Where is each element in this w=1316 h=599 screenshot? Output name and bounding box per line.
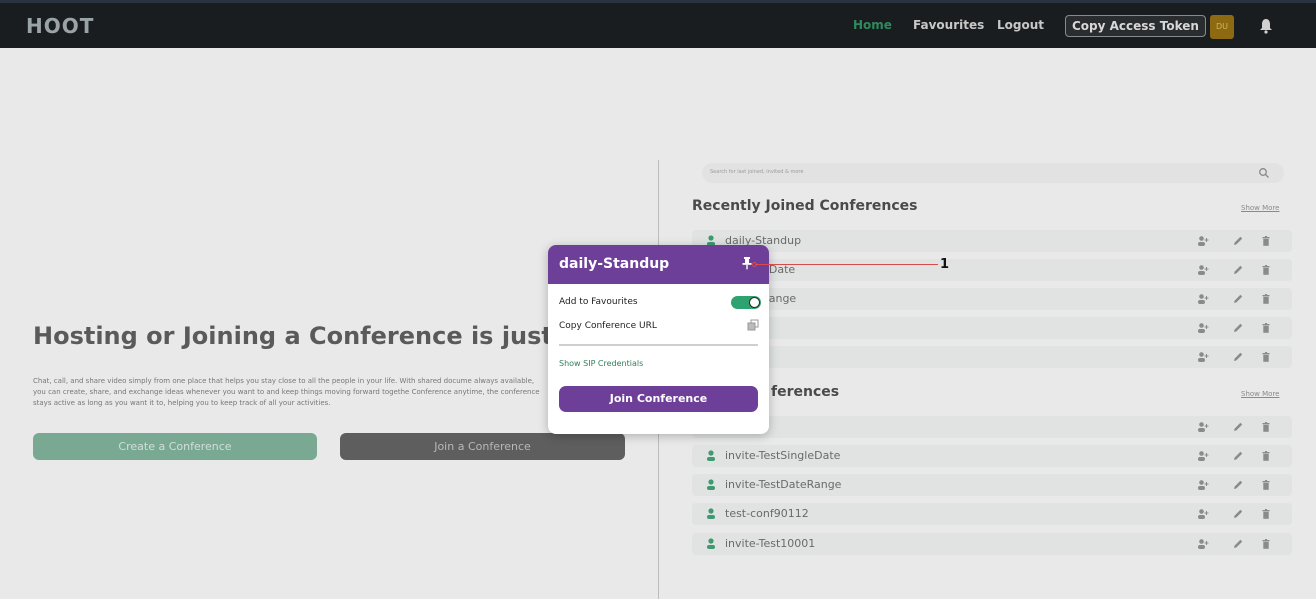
edit-icon[interactable]	[1232, 450, 1244, 462]
invited-section-title: ferences	[771, 384, 840, 400]
person-icon	[707, 479, 715, 490]
add-user-icon[interactable]	[1197, 450, 1209, 462]
search-placeholder: Search for last joined, invited & more	[710, 169, 804, 175]
edit-icon[interactable]	[1232, 508, 1244, 520]
top-navbar: HOOT Home Favourites Logout Copy Access …	[0, 0, 1316, 48]
conference-name: test-conf90112	[725, 507, 809, 520]
add-user-icon[interactable]	[1197, 235, 1209, 247]
trash-icon[interactable]	[1260, 351, 1272, 363]
favourites-toggle[interactable]	[731, 296, 761, 309]
trash-icon[interactable]	[1260, 322, 1272, 334]
nav-logout-link[interactable]: Logout	[997, 18, 1044, 32]
search-icon[interactable]	[1258, 167, 1270, 179]
app-logo[interactable]: HOOT	[26, 14, 94, 38]
edit-icon[interactable]	[1232, 538, 1244, 550]
conference-row[interactable]: stDateRange	[692, 288, 1292, 310]
person-icon	[707, 538, 715, 549]
edit-icon[interactable]	[1232, 479, 1244, 491]
toggle-knob	[749, 297, 760, 308]
conference-name: invite-TestDateRange	[725, 478, 842, 491]
edit-icon[interactable]	[1232, 293, 1244, 305]
bell-icon[interactable]	[1258, 17, 1274, 35]
annotation-label: 1	[940, 257, 950, 272]
conference-row[interactable]: test-conf90112	[692, 503, 1292, 525]
show-sip-credentials-link[interactable]: Show SIP Credentials	[559, 359, 643, 368]
join-conference-button[interactable]: Join a Conference	[340, 433, 625, 460]
add-user-icon[interactable]	[1197, 293, 1209, 305]
recent-show-more-link[interactable]: Show More	[1241, 204, 1279, 212]
add-user-icon[interactable]	[1197, 421, 1209, 433]
conference-row[interactable]: invite-TestSingleDate	[692, 445, 1292, 467]
conference-row[interactable]: stSingleDate	[692, 259, 1292, 281]
nav-favourites-link[interactable]: Favourites	[913, 18, 984, 32]
add-user-icon[interactable]	[1197, 264, 1209, 276]
add-user-icon[interactable]	[1197, 351, 1209, 363]
trash-icon[interactable]	[1260, 538, 1272, 550]
edit-icon[interactable]	[1232, 322, 1244, 334]
add-user-icon[interactable]	[1197, 479, 1209, 491]
create-conference-button[interactable]: Create a Conference	[33, 433, 317, 460]
copy-icon[interactable]	[747, 319, 759, 331]
conference-row[interactable]: daily-Standup	[692, 230, 1292, 252]
edit-icon[interactable]	[1232, 351, 1244, 363]
annotation-line	[755, 264, 938, 265]
copy-access-token-button[interactable]: Copy Access Token	[1065, 15, 1206, 37]
conference-row[interactable]: invite-TestDateRange	[692, 474, 1292, 496]
trash-icon[interactable]	[1260, 508, 1272, 520]
user-avatar[interactable]: DU	[1210, 15, 1234, 39]
hero-description: Chat, call, and share video simply from …	[33, 377, 540, 407]
trash-icon[interactable]	[1260, 450, 1272, 462]
edit-icon[interactable]	[1232, 421, 1244, 433]
conference-name: invite-TestSingleDate	[725, 449, 841, 462]
copy-url-label: Copy Conference URL	[559, 321, 657, 331]
conference-row[interactable]: invite-Test10001	[692, 533, 1292, 555]
add-user-icon[interactable]	[1197, 508, 1209, 520]
conference-popup: daily-Standup Add to Favourites Copy Con…	[548, 245, 769, 434]
add-user-icon[interactable]	[1197, 322, 1209, 334]
conference-row[interactable]: st10001	[692, 346, 1292, 368]
add-user-icon[interactable]	[1197, 538, 1209, 550]
edit-icon[interactable]	[1232, 235, 1244, 247]
edit-icon[interactable]	[1232, 264, 1244, 276]
conference-row[interactable]: ndup	[692, 416, 1292, 438]
trash-icon[interactable]	[1260, 293, 1272, 305]
add-favourites-label: Add to Favourites	[559, 297, 638, 307]
invited-show-more-link[interactable]: Show More	[1241, 390, 1279, 398]
trash-icon[interactable]	[1260, 264, 1272, 276]
trash-icon[interactable]	[1260, 235, 1272, 247]
popup-separator	[559, 344, 758, 346]
conference-row[interactable]: f90112	[692, 317, 1292, 339]
person-icon	[707, 450, 715, 461]
join-conference-popup-button[interactable]: Join Conference	[559, 386, 758, 412]
popup-header: daily-Standup	[548, 245, 769, 284]
trash-icon[interactable]	[1260, 479, 1272, 491]
conference-name: invite-Test10001	[725, 537, 816, 550]
recent-section-title: Recently Joined Conferences	[692, 198, 918, 214]
person-icon	[707, 508, 715, 519]
popup-title: daily-Standup	[559, 256, 670, 272]
trash-icon[interactable]	[1260, 421, 1272, 433]
nav-home-link[interactable]: Home	[853, 18, 892, 32]
search-input[interactable]: Search for last joined, invited & more	[702, 163, 1284, 183]
